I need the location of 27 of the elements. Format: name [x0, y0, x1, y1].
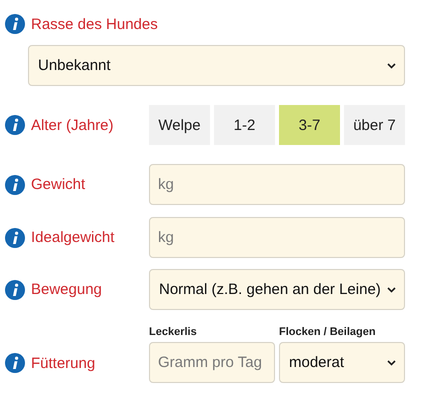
- field-label: Gewicht: [31, 176, 86, 193]
- activity-select[interactable]: Normal (z.B. gehen an der Leine): [149, 269, 405, 310]
- info-icon[interactable]: [5, 280, 25, 300]
- field-label: Bewegung: [31, 281, 102, 298]
- field-caption: Flocken / Beilagen: [279, 326, 377, 338]
- age-option[interactable]: Welpe: [149, 105, 210, 145]
- field-label: Rasse des Hundes: [31, 16, 158, 32]
- info-icon[interactable]: [5, 14, 25, 34]
- age-option[interactable]: über 7: [344, 105, 405, 145]
- caret-icon: [387, 62, 396, 68]
- treats-input[interactable]: Gramm pro Tag: [149, 342, 275, 383]
- info-icon[interactable]: [5, 228, 25, 248]
- field-label: Idealgewicht: [31, 229, 114, 246]
- weight-input[interactable]: kg: [149, 164, 405, 205]
- field-caption: Leckerlis: [149, 326, 198, 338]
- info-icon[interactable]: [5, 174, 25, 194]
- flakes-select[interactable]: moderat: [279, 342, 405, 383]
- age-option[interactable]: 1-2: [214, 105, 275, 145]
- caret-icon: [387, 360, 396, 366]
- breed-select[interactable]: Unbekannt: [28, 45, 405, 86]
- info-icon[interactable]: [5, 115, 25, 135]
- caret-icon: [387, 286, 396, 292]
- ideal-weight-input[interactable]: kg: [149, 217, 405, 258]
- field-label: Alter (Jahre): [31, 116, 114, 134]
- age-option[interactable]: 3-7: [279, 105, 340, 145]
- info-icon[interactable]: [5, 353, 25, 373]
- field-label: Fütterung: [31, 354, 96, 372]
